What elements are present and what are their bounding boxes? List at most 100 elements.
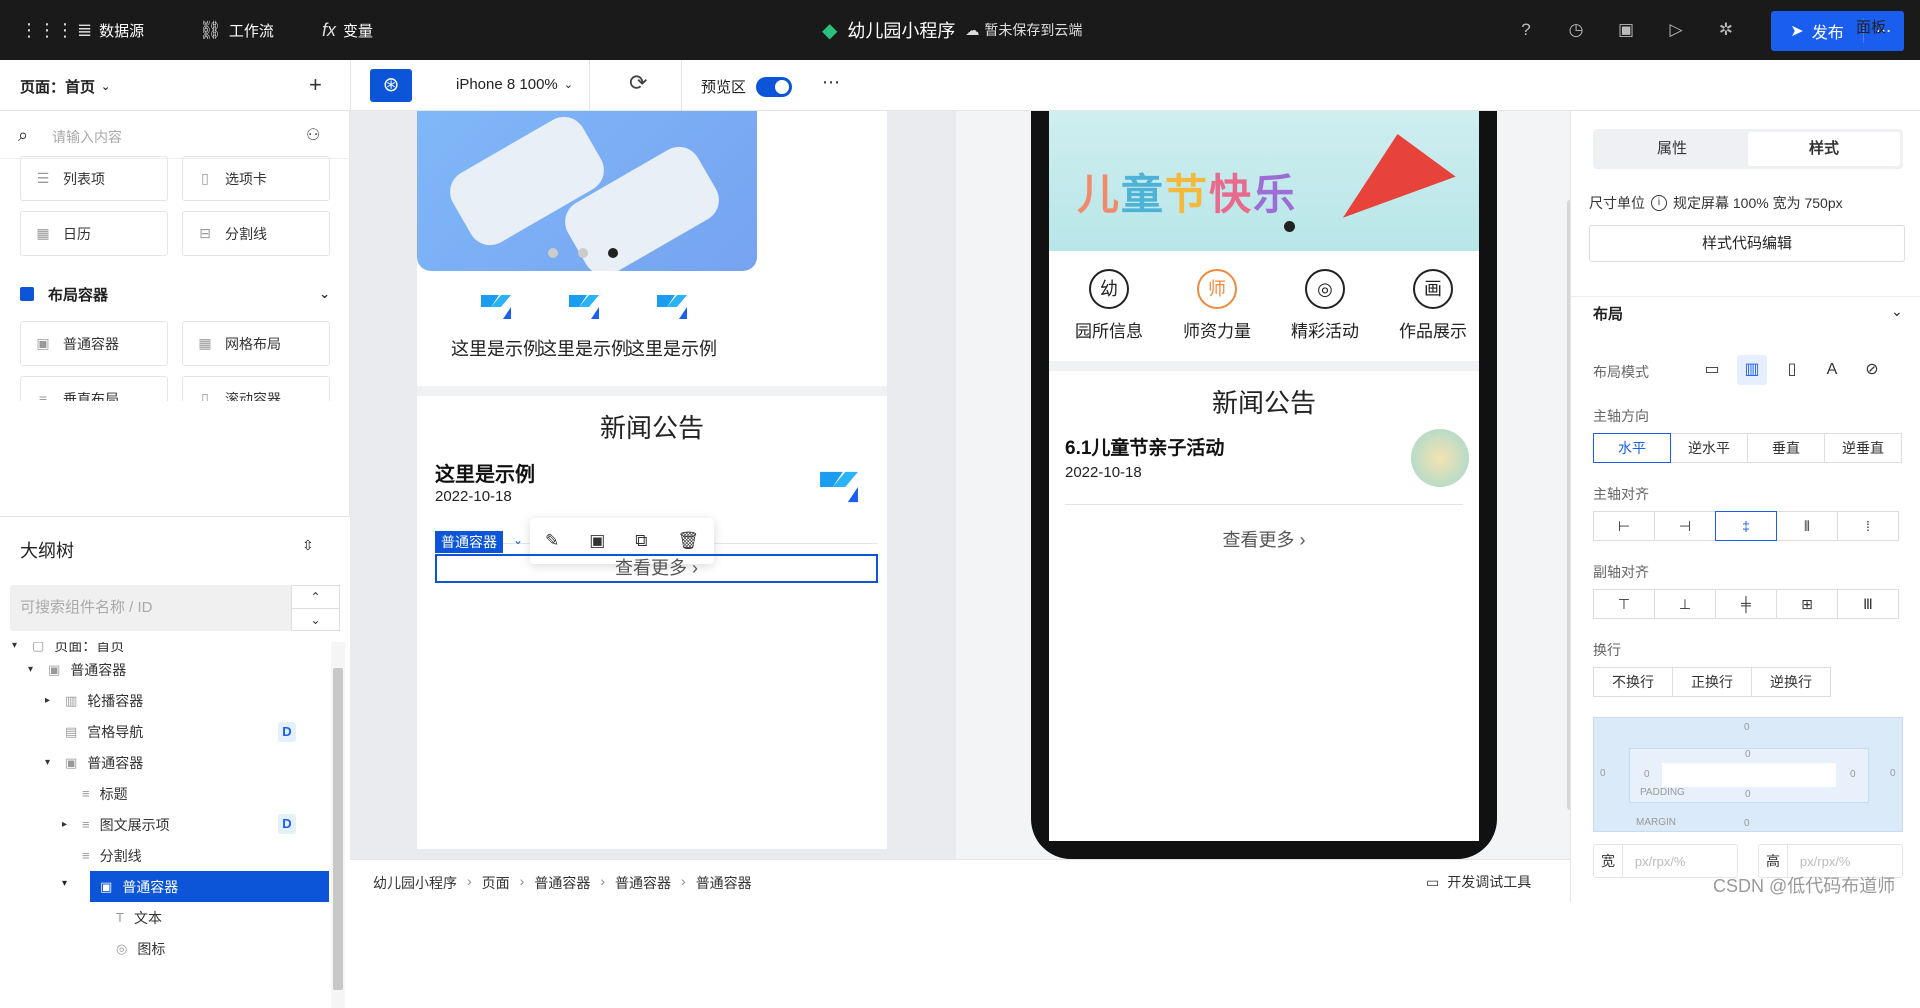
padding-top-value[interactable]: 0 bbox=[1745, 749, 1751, 760]
grid-nav-item[interactable]: 师师资力量 bbox=[1163, 269, 1271, 342]
block-layout-icon[interactable]: ▭ bbox=[1697, 355, 1727, 385]
tree-node[interactable]: ▸ ▥ 轮播容器 bbox=[45, 685, 305, 716]
hidden-eye-icon[interactable]: ⊘ bbox=[1857, 355, 1887, 385]
chevron-up-icon[interactable]: ⌃ bbox=[292, 586, 339, 609]
grid-nav-item[interactable]: 这里是示例 bbox=[617, 291, 727, 361]
save-icon[interactable]: ▣ bbox=[1614, 18, 1638, 42]
chevron-down-icon[interactable]: ⌄ bbox=[1891, 303, 1903, 320]
nowrap-button[interactable]: 不换行 bbox=[1593, 667, 1673, 697]
component-vertical-layout[interactable]: ≡ 垂直布局 bbox=[20, 376, 168, 401]
tree-node[interactable]: ▾ ▢ 页面：首页 bbox=[12, 642, 312, 652]
selected-component-tag[interactable]: 普通容器 bbox=[435, 531, 503, 553]
breadcrumb-item[interactable]: 普通容器 bbox=[696, 873, 752, 893]
direction-vertical-button[interactable]: 垂直 bbox=[1747, 433, 1825, 463]
tree-node[interactable]: ▾ ▣ 普通容器 bbox=[28, 654, 308, 685]
space-around-icon[interactable]: ⁞ bbox=[1837, 511, 1899, 541]
news-item-heading[interactable]: 这里是示例 bbox=[435, 458, 535, 487]
space-between-icon[interactable]: ⫴ bbox=[1776, 511, 1838, 541]
margin-bottom-value[interactable]: 0 bbox=[1744, 818, 1750, 829]
carousel-preview[interactable] bbox=[417, 108, 757, 284]
delete-icon[interactable]: 🗑 bbox=[677, 531, 699, 551]
carousel-dot-active[interactable] bbox=[608, 248, 618, 258]
tree-node[interactable]: ◎ 图标 bbox=[116, 933, 316, 964]
breadcrumb-item[interactable]: 普通容器 bbox=[534, 873, 590, 893]
component-list-item[interactable]: ☰ 列表项 bbox=[20, 156, 168, 201]
margin-left-value[interactable]: 0 bbox=[1600, 768, 1606, 779]
outline-search-input[interactable]: 可搜索组件名称 / ID bbox=[10, 585, 291, 631]
run-icon[interactable]: ▷ bbox=[1664, 18, 1688, 42]
layout-section-title[interactable]: 布局 bbox=[1593, 303, 1623, 324]
edit-icon[interactable]: ✎ bbox=[545, 531, 559, 551]
help-icon[interactable]: ? bbox=[1514, 18, 1538, 42]
view-more-link[interactable]: 查看更多 › bbox=[1049, 526, 1479, 552]
tree-node[interactable]: ≡ 分割线 bbox=[82, 840, 322, 871]
grid-nav-item[interactable]: ◎ 精彩活动 bbox=[1271, 269, 1379, 342]
carousel-dot[interactable] bbox=[548, 248, 558, 258]
wrap-button[interactable]: 正换行 bbox=[1672, 667, 1752, 697]
padding-bottom-value[interactable]: 0 bbox=[1745, 789, 1751, 800]
chevron-down-icon[interactable]: ⌄ bbox=[292, 609, 339, 632]
margin-top-value[interactable]: 0 bbox=[1744, 722, 1750, 733]
tab-style[interactable]: 样式 bbox=[1748, 132, 1900, 166]
direction-horizontal-button[interactable]: 水平 bbox=[1593, 433, 1671, 463]
box-model-editor[interactable]: 0 0 0 0 MARGIN 0 0 0 0 PADDING bbox=[1593, 717, 1903, 832]
direction-reverse-horizontal-button[interactable]: 逆水平 bbox=[1670, 433, 1748, 463]
carousel-dot[interactable] bbox=[578, 248, 588, 258]
margin-right-value[interactable]: 0 bbox=[1890, 768, 1896, 779]
caret-down-icon[interactable]: ▾ bbox=[62, 878, 67, 889]
outline-stepper[interactable]: ⌃ ⌄ bbox=[291, 585, 340, 631]
padding-left-value[interactable]: 0 bbox=[1644, 769, 1650, 780]
more-icon[interactable]: ⋯ bbox=[822, 72, 841, 93]
align-start-icon[interactable]: ⊢ bbox=[1593, 511, 1655, 541]
carousel-dot-active[interactable] bbox=[1284, 221, 1295, 232]
scrollbar-thumb[interactable] bbox=[333, 668, 343, 990]
save-icon[interactable]: ▣ bbox=[589, 531, 605, 551]
search-input[interactable]: 请输入内容 bbox=[52, 127, 122, 147]
device-selector[interactable]: iPhone 8 100% ⌄ bbox=[456, 76, 573, 93]
align-baseline-icon[interactable]: ⊞ bbox=[1776, 589, 1838, 619]
component-divider[interactable]: ⊟ 分割线 bbox=[182, 211, 330, 256]
component-scroll-container[interactable]: ▯ 滚动容器 bbox=[182, 376, 330, 401]
tree-scrollbar[interactable] bbox=[331, 642, 345, 1008]
component-container[interactable]: ▣ 普通容器 bbox=[20, 321, 168, 366]
preview-toggle[interactable] bbox=[756, 76, 793, 97]
grid-nav-item[interactable]: 画作品展示 bbox=[1379, 269, 1479, 342]
style-code-button[interactable]: 样式代码编辑 bbox=[1589, 225, 1905, 262]
refresh-icon[interactable]: ⟳ bbox=[629, 70, 647, 96]
info-icon[interactable]: i bbox=[1651, 195, 1667, 211]
page-selector[interactable]: 页面：首页 ⌄ bbox=[20, 76, 110, 97]
inline-icon[interactable]: A bbox=[1817, 355, 1847, 385]
breadcrumb-item[interactable]: 页面 bbox=[482, 873, 510, 893]
width-input[interactable]: px/rpx/% bbox=[1623, 854, 1737, 869]
collapse-icon[interactable]: ⇳ bbox=[302, 537, 314, 554]
padding-right-value[interactable]: 0 bbox=[1850, 769, 1856, 780]
align-top-icon[interactable]: ⊤ bbox=[1593, 589, 1655, 619]
variables-menu[interactable]: fx 变量 bbox=[322, 0, 373, 60]
history-icon[interactable]: ◷ bbox=[1564, 18, 1588, 42]
layout-group-header[interactable]: 布局容器 ⌄ bbox=[20, 279, 330, 309]
add-page-icon[interactable]: + bbox=[309, 72, 322, 98]
tree-node-selected[interactable]: ▣ 普通容器 bbox=[90, 871, 329, 902]
news-item-date[interactable]: 2022-10-18 bbox=[435, 488, 512, 505]
user-search-icon[interactable]: ⚇ bbox=[306, 125, 320, 145]
devtools-button[interactable]: ▭ 开发调试工具 bbox=[1426, 872, 1531, 892]
copy-icon[interactable]: ⧉ bbox=[635, 531, 647, 551]
miniprogram-icon[interactable]: ⊛ bbox=[370, 69, 412, 102]
apps-grid-icon[interactable]: ⋮⋮⋮ bbox=[20, 0, 74, 60]
selected-container[interactable]: 查看更多 › bbox=[435, 554, 878, 583]
component-tabs[interactable]: ▯ 选项卡 bbox=[182, 156, 330, 201]
chevron-down-icon[interactable]: ⌄ bbox=[513, 533, 523, 547]
height-input[interactable]: px/rpx/% bbox=[1788, 854, 1902, 869]
banner-image[interactable]: 儿童节快乐 bbox=[1049, 111, 1479, 251]
news-section-title[interactable]: 新闻公告 bbox=[417, 408, 887, 445]
tree-node[interactable]: ▾ ▣ 普通容器 bbox=[45, 747, 305, 778]
app-title[interactable]: 幼儿园小程序 bbox=[847, 17, 955, 43]
align-bottom-icon[interactable]: ⊥ bbox=[1654, 589, 1716, 619]
debug-icon[interactable]: ✲ bbox=[1714, 18, 1738, 42]
component-grid-layout[interactable]: ▦ 网格布局 bbox=[182, 321, 330, 366]
align-stretch-icon[interactable]: Ⅲ bbox=[1837, 589, 1899, 619]
tree-node[interactable]: ▸ ≡ 图文展示项 bbox=[62, 809, 302, 840]
tree-node[interactable]: T 文本 bbox=[116, 902, 316, 933]
inline-block-icon[interactable]: ▯ bbox=[1777, 355, 1807, 385]
align-middle-icon[interactable]: ╪ bbox=[1715, 589, 1777, 619]
